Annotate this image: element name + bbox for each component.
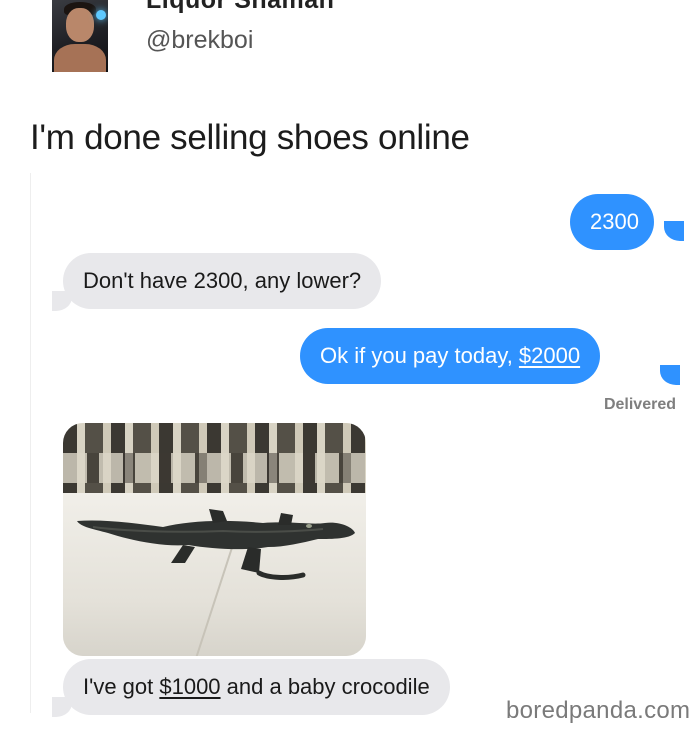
avatar-body — [54, 44, 106, 72]
crocodile-icon — [77, 509, 355, 580]
watermark: boredpanda.com — [506, 697, 691, 725]
bubble-tail — [664, 221, 684, 241]
tweet-header: Liquor Shaman @brekboi — [0, 0, 700, 90]
display-name[interactable]: Liquor Shaman — [146, 0, 334, 15]
avatar[interactable] — [52, 0, 108, 72]
screenshot-edge — [30, 173, 31, 713]
message-text: Ok if you pay today, — [320, 343, 519, 368]
bubble-tail — [660, 365, 680, 385]
message-text: and a baby crocodile — [220, 674, 430, 699]
avatar-light — [96, 10, 106, 20]
message-text: 2300 — [590, 209, 639, 234]
message-text: Don't have 2300, any lower? — [83, 268, 362, 293]
price-link[interactable]: $2000 — [519, 343, 580, 368]
delivered-status: Delivered — [603, 396, 676, 413]
message-text: I've got — [83, 674, 160, 699]
price-link[interactable]: $1000 — [159, 674, 220, 699]
avatar-face — [66, 8, 94, 42]
message-sent: 2300 — [570, 194, 654, 250]
message-sent: Ok if you pay today, $2000 — [300, 328, 601, 384]
message-thread: 2300 Don't have 2300, any lower? Ok if y… — [0, 165, 700, 732]
message-received: Don't have 2300, any lower? — [63, 253, 382, 309]
tweet-text: I'm done selling shoes online — [30, 118, 470, 157]
baby-crocodile-photo[interactable] — [63, 423, 366, 656]
user-handle[interactable]: @brekboi — [146, 26, 253, 55]
message-received: I've got $1000 and a baby crocodile — [63, 659, 450, 715]
